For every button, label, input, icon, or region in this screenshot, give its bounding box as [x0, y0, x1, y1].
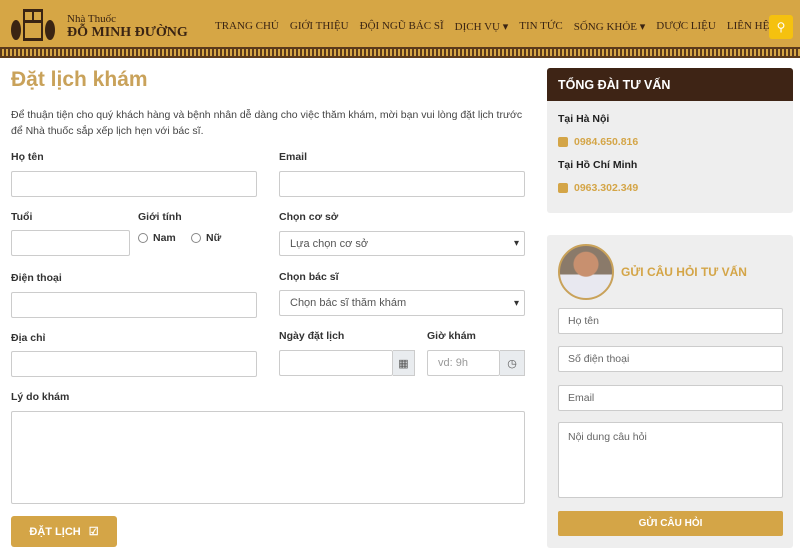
name-input[interactable]: [11, 171, 257, 197]
facility-value: Lựa chọn cơ sở: [290, 237, 369, 250]
brand-subtitle: Nhà Thuốc: [67, 13, 116, 25]
reason-textarea[interactable]: [11, 411, 525, 504]
email-label: Email: [279, 151, 308, 163]
address-input[interactable]: [11, 351, 257, 377]
nav-about[interactable]: GIỚI THIỆU: [290, 20, 349, 33]
date-label: Ngày đặt lịch: [279, 330, 345, 342]
calendar-check-icon: ☑: [88, 526, 99, 538]
hotline-title: TỔNG ĐÀI TƯ VẤN: [547, 68, 793, 101]
phone-input[interactable]: [11, 292, 257, 318]
ask-email-input[interactable]: Email: [558, 385, 783, 411]
intro-text: Để thuận tiện cho quý khách hàng và bệnh…: [11, 109, 523, 137]
ask-name-input[interactable]: Họ tên: [558, 308, 783, 334]
ask-title: GỬI CÂU HỎI TƯ VẤN: [621, 265, 747, 279]
doctor-label: Chọn bác sĩ: [279, 271, 339, 283]
nav-home[interactable]: TRANG CHỦ: [215, 20, 279, 33]
search-button[interactable]: ⚲: [769, 15, 793, 39]
gender-male[interactable]: Nam: [138, 232, 176, 244]
main-nav: TRANG CHỦ GIỚI THIỆU ĐỘI NGŨ BÁC SĨ DỊCH…: [215, 20, 769, 33]
doctor-avatar: [558, 244, 614, 300]
time-label: Giờ khám: [427, 330, 476, 342]
nav-health[interactable]: SỐNG KHỎE ▾: [574, 20, 646, 33]
age-input[interactable]: [11, 230, 130, 256]
ask-box: GỬI CÂU HỎI TƯ VẤN Họ tên Số điện thoại …: [547, 235, 793, 548]
time-input[interactable]: vd: 9h: [427, 350, 500, 376]
clock-icon[interactable]: ◷: [500, 350, 525, 376]
facility-label: Chọn cơ sở: [279, 211, 339, 223]
nav-herbs[interactable]: DƯỢC LIỆU: [656, 20, 716, 33]
placeholder: Họ tên: [568, 315, 599, 327]
city-hanoi: Tại Hà Nội: [558, 113, 610, 125]
phone-hcm-number: 0963.302.349: [574, 182, 639, 194]
ask-question-textarea[interactable]: Nội dung câu hỏi: [558, 422, 783, 498]
nav-news[interactable]: TIN TỨC: [519, 20, 562, 33]
time-placeholder: vd: 9h: [438, 357, 468, 369]
email-input[interactable]: [279, 171, 525, 197]
male-label: Nam: [153, 232, 176, 244]
logo[interactable]: [10, 8, 56, 42]
date-input[interactable]: [279, 350, 393, 376]
book-button[interactable]: ĐẶT LỊCH ☑: [11, 516, 117, 547]
placeholder: Email: [568, 392, 595, 404]
nav-services[interactable]: DỊCH VỤ ▾: [455, 20, 509, 33]
hotline-box: TỔNG ĐÀI TƯ VẤN Tại Hà Nội 0984.650.816 …: [547, 68, 793, 213]
book-label: ĐẶT LỊCH: [29, 525, 81, 538]
age-label: Tuổi: [11, 211, 33, 223]
phone-icon: [558, 183, 568, 194]
ask-submit-button[interactable]: GỬI CÂU HỎI: [558, 511, 783, 536]
phone-icon: [558, 137, 568, 148]
placeholder: Số điện thoại: [568, 353, 630, 365]
brand-name[interactable]: ĐỖ MINH ĐƯỜNG: [67, 25, 188, 41]
address-label: Địa chỉ: [11, 332, 46, 344]
nav-contact[interactable]: LIÊN HỆ: [727, 20, 769, 33]
city-hcm: Tại Hồ Chí Minh: [558, 159, 638, 171]
phone-hanoi[interactable]: 0984.650.816: [558, 136, 638, 148]
phone-hanoi-number: 0984.650.816: [574, 136, 639, 148]
search-icon: ⚲: [776, 20, 786, 34]
reason-label: Lý do khám: [11, 391, 70, 403]
doctor-value: Chọn bác sĩ thăm khám: [290, 297, 407, 309]
page-title: Đặt lịch khám: [11, 68, 148, 91]
female-label: Nữ: [206, 232, 222, 244]
facility-select[interactable]: Lựa chọn cơ sở: [279, 231, 525, 256]
radio-female[interactable]: [191, 233, 201, 244]
calendar-icon[interactable]: ▦: [393, 350, 415, 376]
radio-male[interactable]: [138, 233, 148, 244]
phone-hcm[interactable]: 0963.302.349: [558, 182, 638, 194]
gender-label: Giới tính: [138, 211, 182, 223]
phone-label: Điện thoại: [11, 272, 62, 284]
doctor-select[interactable]: Chọn bác sĩ thăm khám: [279, 290, 525, 316]
gender-female[interactable]: Nữ: [191, 232, 221, 244]
nav-doctors[interactable]: ĐỘI NGŨ BÁC SĨ: [360, 20, 444, 33]
name-label: Họ tên: [11, 151, 44, 163]
placeholder: Nội dung câu hỏi: [568, 431, 647, 443]
ask-phone-input[interactable]: Số điện thoại: [558, 346, 783, 372]
decorative-border: [0, 47, 800, 58]
